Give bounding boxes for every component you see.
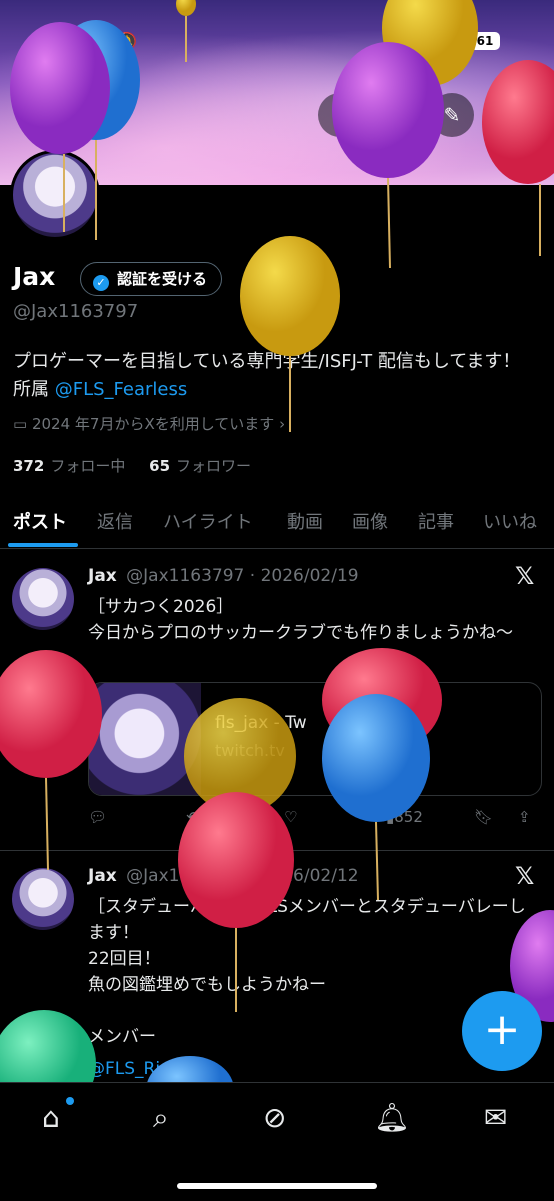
profile-tabs: ポスト 返信 ハイライト 動画 画像 記事 いいね bbox=[0, 498, 554, 549]
tab-videos[interactable]: 動画 bbox=[287, 508, 323, 534]
repost-icon[interactable]: ⟲ bbox=[186, 808, 199, 826]
separator-dot: · bbox=[249, 566, 256, 586]
follow-stats: 372 フォロー中 65 フォロワー bbox=[13, 455, 251, 476]
signal-icon bbox=[398, 34, 422, 53]
post-handle: @Jax1163797 bbox=[126, 866, 245, 886]
followers-link[interactable]: 65 フォロワー bbox=[149, 457, 251, 475]
post-header: Jax @Jax1163797 · 2026/02/12 bbox=[88, 866, 359, 886]
silent-bell-icon: 🔕 bbox=[116, 32, 138, 52]
get-verified-button[interactable]: ✓ 認証を受ける bbox=[80, 262, 223, 296]
status-bar: 0:12 🔕 5G 61 bbox=[0, 0, 554, 60]
following-count: 372 bbox=[13, 457, 45, 475]
tab-posts[interactable]: ポスト bbox=[13, 508, 67, 534]
profile-bio: プロゲーマーを目指している専門学生/ISFJ-T 配信もしてます！ 所属 @FL… bbox=[13, 348, 533, 404]
link-card[interactable]: fls_jax - Tw twitch.tv bbox=[88, 682, 542, 796]
tab-replies[interactable]: 返信 bbox=[97, 508, 133, 534]
link-card-title: fls_jax - Tw bbox=[215, 713, 307, 733]
home-indicator bbox=[177, 1183, 377, 1189]
search-icon[interactable]: ⌕ bbox=[153, 1101, 169, 1135]
post-mention[interactable]: @FLS_Rista bbox=[88, 1056, 528, 1082]
post-text: ［サカつく2026］ 今日からプロのサッカークラブでも作りましょうかね〜 bbox=[88, 597, 513, 643]
following-link[interactable]: 372 フォロー中 bbox=[13, 457, 125, 475]
verified-check-icon: ✓ bbox=[93, 275, 109, 291]
post-date[interactable]: 2026/02/19 bbox=[261, 566, 359, 586]
separator-dot: · bbox=[249, 866, 256, 886]
link-card-domain: twitch.tv bbox=[215, 741, 285, 760]
back-button[interactable]: ← bbox=[24, 93, 68, 137]
envelope-icon[interactable]: ✉ bbox=[484, 1101, 507, 1134]
followers-label: フォロワー bbox=[176, 457, 252, 475]
x-logo-icon: 𝕏 bbox=[515, 562, 535, 590]
bell-icon[interactable]: 🔔︎ bbox=[374, 1101, 410, 1134]
joined-date: 2024 年7月からXを利用しています bbox=[31, 415, 275, 433]
post-handle: @Jax1163797 bbox=[126, 566, 245, 586]
compose-button[interactable]: + bbox=[462, 991, 542, 1071]
status-time: 0:12 bbox=[64, 30, 117, 54]
post-date[interactable]: 2026/02/12 bbox=[261, 866, 359, 886]
profile-avatar[interactable] bbox=[10, 150, 100, 240]
search-button[interactable]: ⌕ bbox=[374, 93, 418, 137]
profile-name: Jax bbox=[13, 262, 56, 291]
balloon bbox=[0, 650, 102, 871]
x-logo-icon: 𝕏 bbox=[515, 862, 535, 890]
notification-dot bbox=[66, 1097, 74, 1105]
bio-link[interactable]: @FLS_Fearless bbox=[55, 379, 188, 400]
grok-icon[interactable]: ⊘ bbox=[263, 1101, 286, 1134]
post-avatar[interactable] bbox=[12, 868, 74, 930]
home-icon[interactable]: ⌂ bbox=[42, 1101, 60, 1134]
bookmark-icon[interactable]: 🔖︎ bbox=[474, 808, 493, 826]
profile-handle: @Jax1163797 bbox=[13, 301, 139, 322]
grok-button[interactable]: ⊘ bbox=[318, 93, 362, 137]
active-tab-indicator bbox=[8, 543, 78, 547]
post-actions: 💬︎ ⟲ ♡ ▮ 852 🔖︎ ⇪ bbox=[88, 808, 538, 832]
share-icon[interactable]: ⇪ bbox=[518, 808, 531, 826]
tab-highlights[interactable]: ハイライト bbox=[163, 508, 253, 534]
calendar-icon: ▭ bbox=[13, 415, 28, 433]
post-divider bbox=[0, 850, 554, 851]
views-count: 852 bbox=[394, 808, 423, 826]
post-avatar[interactable] bbox=[12, 568, 74, 630]
tab-articles[interactable]: 記事 bbox=[418, 508, 454, 534]
following-label: フォロー中 bbox=[50, 457, 126, 475]
post-author[interactable]: Jax bbox=[88, 566, 117, 586]
post-author[interactable]: Jax bbox=[88, 866, 117, 886]
like-icon[interactable]: ♡ bbox=[284, 808, 297, 826]
share-button[interactable]: ⇪ bbox=[486, 93, 530, 137]
link-card-thumbnail bbox=[89, 683, 201, 795]
post-header: Jax @Jax1163797 · 2026/02/19 bbox=[88, 566, 359, 586]
reply-icon[interactable]: 💬︎ bbox=[88, 808, 107, 826]
tab-images[interactable]: 画像 bbox=[352, 508, 388, 534]
chevron-right-icon: › bbox=[279, 415, 286, 433]
network-type: 5G bbox=[432, 31, 460, 52]
edit-icon[interactable]: ✎ bbox=[430, 93, 474, 137]
views-icon[interactable]: ▮ 852 bbox=[386, 808, 423, 826]
followers-count: 65 bbox=[149, 457, 171, 475]
get-verified-label: 認証を受ける bbox=[117, 270, 208, 288]
battery-icon: 61 bbox=[470, 32, 500, 50]
tab-likes[interactable]: いいね bbox=[483, 508, 537, 534]
joined-date-row[interactable]: ▭ 2024 年7月からXを利用しています › bbox=[13, 413, 285, 434]
